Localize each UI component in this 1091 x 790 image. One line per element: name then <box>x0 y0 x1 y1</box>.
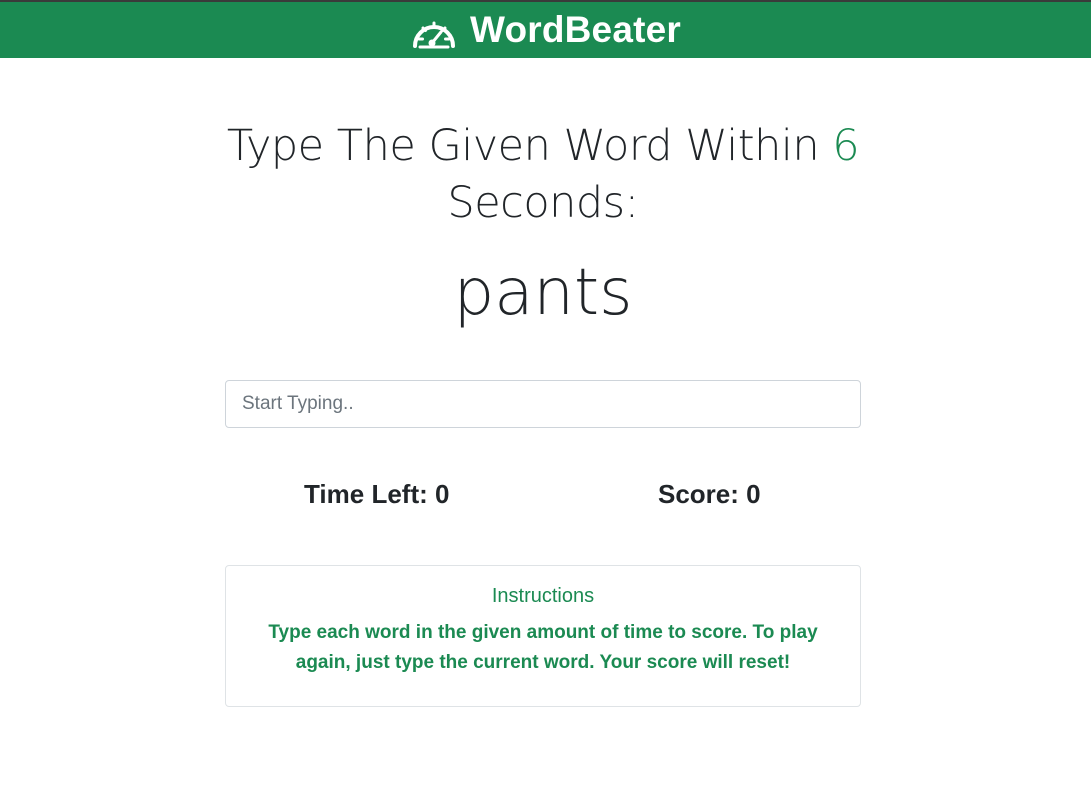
instructions-card: Instructions Type each word in the given… <box>225 565 861 707</box>
time-left-label: Time Left: <box>304 479 435 509</box>
score-label: Score: <box>658 479 747 509</box>
lead-suffix: Seconds: <box>447 178 639 228</box>
score-value: 0 <box>746 479 761 509</box>
time-left-value: 0 <box>434 479 450 509</box>
tachometer-icon <box>410 10 458 50</box>
brand-name: WordBeater <box>469 9 682 50</box>
seconds-value: 6 <box>832 121 860 171</box>
score: Score: 0 <box>658 479 761 510</box>
current-word: pants <box>453 256 633 330</box>
lead-heading: Type The Given Word Within 6 Seconds: <box>200 118 886 232</box>
navbar-brand[interactable]: WordBeater <box>410 9 681 51</box>
lead-text: Type The Given Word Within <box>226 121 833 171</box>
instructions-title: Instructions <box>491 585 595 607</box>
instructions-text: Type each word in the given amount of ti… <box>268 622 818 673</box>
navbar: WordBeater <box>0 2 1091 58</box>
word-input[interactable] <box>225 380 861 428</box>
time-left: Time Left: 0 <box>304 479 449 510</box>
